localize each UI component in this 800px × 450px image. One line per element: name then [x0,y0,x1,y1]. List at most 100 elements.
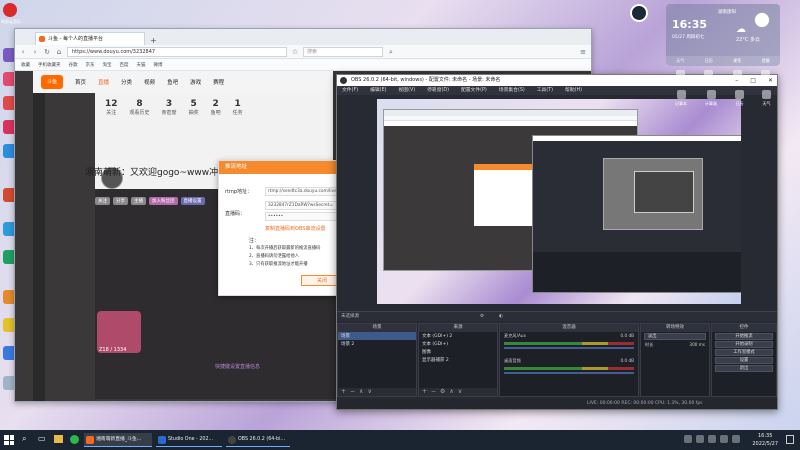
search-icon[interactable]: ⌕ [387,48,395,56]
tag-share[interactable]: 分享 [113,197,128,205]
volume-slider[interactable] [504,372,634,374]
nav-item[interactable]: 直播 [98,78,109,86]
menu-tools[interactable]: 工具(T) [537,86,553,95]
obs-window[interactable]: OBS 26.0.2 (64-bit, windows) - 配置文件: 未命名… [336,74,778,410]
copy-hint[interactable]: 复制直播码到OBS串流设置 [265,225,325,232]
stat-history[interactable]: 8 观看历史 [130,99,150,116]
start-recording-button[interactable]: 开始录制 [715,341,773,348]
taskbar-browser[interactable]: 湘南萌新直播_斗鱼... [84,433,152,447]
filters-icon[interactable]: ◐ [499,312,503,322]
nav-item[interactable]: 视频 [144,78,155,86]
source-item[interactable]: 图像 [419,348,497,356]
search-input[interactable]: 搜索 [303,46,383,57]
taskbar-clock[interactable]: 16:35 2022/5/27 [752,432,778,448]
obs-preview[interactable] [377,99,741,304]
studio-mode-button[interactable]: 工作室模式 [715,349,773,356]
source-item[interactable]: 显示器捕获 2 [419,356,497,364]
weather-tab[interactable]: 日历 [705,56,713,66]
menu-help[interactable]: 帮助(H) [565,86,582,95]
sources-toolbar[interactable]: +−⚙∧∨ [419,388,497,396]
scenes-toolbar[interactable]: +−∧∨ [338,388,416,396]
weather-tab[interactable]: 天气 [676,56,684,66]
menu-profile[interactable]: 配置文件(P) [461,86,487,95]
scene-item[interactable]: 场景 2 [338,340,416,348]
settings-button[interactable]: 设置 [715,357,773,364]
browser-task-icon[interactable] [70,435,79,444]
volume-slider[interactable] [504,347,634,349]
properties-gear-icon[interactable]: ⚙ [480,312,484,322]
new-tab-button[interactable]: + [145,36,162,45]
netease-music-icon[interactable] [3,3,17,17]
tray-icon[interactable] [684,435,692,443]
tray-icon[interactable] [696,435,704,443]
weather-tab[interactable]: 提醒 [762,56,770,66]
stat-lottery[interactable]: 5 抽奖 [189,99,199,116]
stat-follow[interactable]: 12 关注 [105,99,118,116]
stat-fishbar[interactable]: 2 鱼吧 [211,99,221,116]
bookmark-item[interactable]: 淘宝 [103,62,112,68]
taskbar-studio-one[interactable]: Studio One - 202... [156,433,222,447]
nav-item[interactable]: 鱼吧 [167,78,178,86]
shortcut[interactable]: 文件 [732,70,742,87]
preview-obs-recursion [532,135,741,293]
url-input[interactable]: https://www.douyu.com/3232847 [67,46,287,57]
scene-item[interactable]: 场景 [338,332,416,340]
menu-edit[interactable]: 编辑(E) [370,86,386,95]
bookmark-item[interactable]: 京东 [86,62,95,68]
bookmark-item[interactable]: 收藏 [21,62,30,68]
shortcut[interactable]: 天气 [762,90,771,107]
duration-input[interactable]: 300 ms [689,342,705,348]
ime-icon[interactable] [732,435,740,443]
tag-settings[interactable]: 直播设置 [180,197,205,205]
steam-desktop-icon[interactable] [630,4,648,22]
refresh-icon[interactable]: ↻ [43,48,51,56]
bookmark-item[interactable]: 百度 [120,62,129,68]
windows-start-icon[interactable] [4,435,14,445]
shortcut[interactable]: 计算器 [705,90,717,107]
search-icon[interactable]: ⌕ [22,434,26,444]
stat-task[interactable]: 1 任务 [233,99,243,116]
shortcut[interactable]: 录屏 [704,70,714,87]
stat-intimacy[interactable]: 3 亲密度 [162,99,177,116]
explorer-icon[interactable] [54,435,63,443]
menu-icon[interactable]: ≡ [579,48,587,56]
nav-item[interactable]: 分类 [121,78,132,86]
nav-item[interactable]: 赛程 [213,78,224,86]
tag-follow[interactable]: 关注 [95,197,110,205]
shortcut[interactable]: 记事本 [675,90,687,107]
douyu-logo[interactable]: 斗鱼 [41,75,63,89]
menu-scene-collection[interactable]: 场景集合(S) [499,86,525,95]
bottom-hint[interactable]: 快捷键设置直播信息 [215,363,260,370]
volume-icon[interactable] [720,435,728,443]
shortcut[interactable]: 设置 [761,70,771,87]
shortcut[interactable]: 日历 [735,90,744,107]
bookmark-item[interactable]: 手机收藏夹 [38,62,61,68]
taskbar-obs[interactable]: OBS 26.0.2 (64-bi... [226,433,290,447]
home-icon[interactable]: ⌂ [55,48,63,56]
tab-douyu[interactable]: 斗鱼 - 每个人的直播平台 [35,32,145,45]
back-icon[interactable]: ‹ [19,48,27,56]
source-item[interactable]: 文本 (GDI+) 2 [419,332,497,340]
task-view-icon[interactable]: ▭ [38,434,46,443]
transition-select[interactable]: 淡出 [644,333,706,340]
star-icon[interactable]: ☆ [291,48,299,56]
nav-item[interactable]: 游戏 [190,78,201,86]
nav-item[interactable]: 首页 [75,78,86,86]
shortcut[interactable]: 截图 [675,70,685,87]
notification-icon[interactable] [786,435,794,444]
menu-docks[interactable]: 停靠窗(D) [427,86,449,95]
cat-avatar-icon[interactable] [754,12,770,28]
menu-view[interactable]: 视图(V) [398,86,415,95]
bookmark-item[interactable]: 天猫 [137,62,146,68]
tag-anchor[interactable]: 主播 [131,197,146,205]
forward-icon[interactable]: › [31,48,39,56]
network-icon[interactable] [708,435,716,443]
weather-tab[interactable]: 便签 [733,56,741,66]
tag-fans[interactable]: 加入粉丝团 [149,197,178,205]
start-streaming-button[interactable]: 开始推流 [715,333,773,340]
source-item[interactable]: 文本 (GDI+) [419,340,497,348]
exit-button[interactable]: 退出 [715,365,773,372]
bookmark-item[interactable]: 谷歌 [69,62,78,68]
bookmark-item[interactable]: 微博 [154,62,163,68]
menu-file[interactable]: 文件(F) [342,86,358,95]
